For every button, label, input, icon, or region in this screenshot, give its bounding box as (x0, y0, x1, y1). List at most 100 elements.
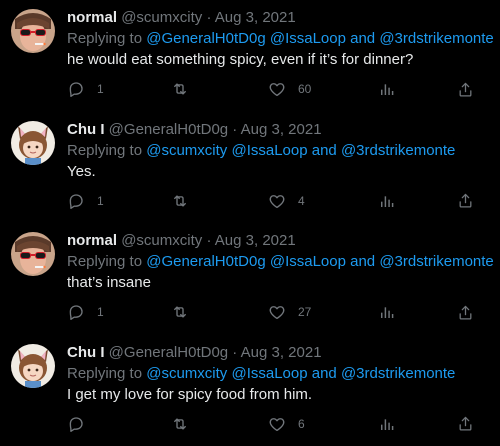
like-button[interactable]: 4 (268, 191, 305, 211)
mention-link[interactable]: @3rdstrikemonte (341, 365, 455, 382)
retweet-button[interactable] (170, 191, 202, 211)
tweet[interactable]: normal @scumxcity · Aug 3, 2021 Replying… (0, 223, 500, 335)
replying-to: Replying to @GeneralH0tD0g @IssaLoop and… (67, 251, 494, 272)
reply-button[interactable]: 1 (67, 79, 104, 99)
analytics-button[interactable] (379, 79, 395, 99)
like-icon (268, 303, 286, 321)
mention-link[interactable]: @3rdstrikemonte (379, 253, 493, 270)
like-button[interactable]: 27 (268, 302, 311, 322)
tweet-header: normal @scumxcity · Aug 3, 2021 (67, 231, 492, 250)
retweet-icon (170, 80, 190, 98)
share-icon (457, 304, 474, 321)
separator-dot: · (206, 232, 212, 249)
tweet-header: Chu I @GeneralH0tD0g · Aug 3, 2021 (67, 120, 492, 139)
reply-icon (67, 303, 85, 321)
like-count: 6 (298, 416, 305, 431)
share-button[interactable] (457, 191, 474, 211)
tweet-content: normal @scumxcity · Aug 3, 2021 Replying… (67, 8, 494, 70)
user-handle[interactable]: @scumxcity (121, 9, 202, 26)
tweet-text: that’s insane (67, 274, 151, 291)
avatar[interactable] (11, 120, 55, 165)
avatar[interactable] (11, 232, 55, 276)
analytics-button[interactable] (379, 414, 395, 434)
tweet-date[interactable]: Aug 3, 2021 (241, 121, 322, 138)
reply-count: 1 (97, 193, 104, 208)
analytics-button[interactable] (379, 191, 395, 211)
reply-button[interactable]: 1 (67, 191, 104, 211)
display-name[interactable]: Chu I (67, 121, 105, 138)
and-word[interactable]: and (350, 253, 375, 270)
tweet[interactable]: Chu I @GeneralH0tD0g · Aug 3, 2021 Reply… (0, 335, 500, 446)
mention-link[interactable]: @IssaLoop (231, 142, 307, 159)
share-icon (457, 81, 474, 98)
tweet-date[interactable]: Aug 3, 2021 (215, 9, 296, 26)
analytics-icon (379, 193, 395, 209)
mention-link[interactable]: @scumxcity (146, 142, 227, 159)
display-name[interactable]: normal (67, 9, 117, 26)
replying-to: Replying to @GeneralH0tD0g @IssaLoop and… (67, 28, 494, 49)
reply-thread: normal @scumxcity · Aug 3, 2021 Replying… (0, 0, 500, 446)
like-count: 27 (298, 305, 312, 319)
action-bar: 6 (67, 414, 482, 434)
tweet[interactable]: normal @scumxcity · Aug 3, 2021 Replying… (0, 0, 500, 112)
mention-link[interactable]: @scumxcity (146, 365, 227, 382)
retweet-icon (170, 415, 190, 433)
mention-link[interactable]: @GeneralH0tD0g (146, 30, 265, 47)
replying-to-label: Replying to (67, 30, 143, 47)
analytics-icon (379, 416, 395, 432)
tweet-date[interactable]: Aug 3, 2021 (215, 232, 296, 249)
analytics-button[interactable] (379, 302, 395, 322)
retweet-button[interactable] (170, 414, 202, 434)
mention-link[interactable]: @IssaLoop (270, 253, 346, 270)
tweet-text: I get my love for spicy food from him. (67, 385, 313, 403)
share-button[interactable] (457, 302, 474, 322)
share-icon (457, 415, 474, 432)
replying-to: Replying to @scumxcity @IssaLoop and @3r… (67, 140, 492, 161)
tweet-date[interactable]: Aug 3, 2021 (241, 344, 322, 361)
share-button[interactable] (457, 414, 474, 434)
display-name[interactable]: normal (67, 232, 117, 249)
and-word[interactable]: and (312, 142, 337, 159)
user-handle[interactable]: @scumxcity (121, 232, 202, 249)
retweet-button[interactable] (170, 302, 202, 322)
retweet-icon (170, 303, 190, 321)
share-button[interactable] (457, 79, 474, 99)
like-button[interactable]: 60 (268, 79, 311, 99)
tweet-text: he would eat something spicy, even if it… (67, 51, 414, 68)
retweet-button[interactable] (170, 79, 202, 99)
retweet-icon (170, 192, 190, 210)
like-button[interactable]: 6 (268, 414, 305, 434)
display-name[interactable]: Chu I (67, 344, 105, 361)
action-bar: 1 60 (67, 79, 482, 99)
reply-icon (67, 80, 85, 98)
separator-dot: · (206, 9, 212, 26)
replying-to-label: Replying to (67, 141, 143, 159)
tweet-content: normal @scumxcity · Aug 3, 2021 Replying… (67, 231, 494, 293)
reply-button[interactable] (67, 414, 97, 434)
action-bar: 1 4 (67, 191, 482, 211)
avatar[interactable] (11, 9, 55, 53)
user-handle[interactable]: @GeneralH0tD0g (109, 121, 228, 138)
tweet-text: Yes. (67, 162, 96, 180)
avatar[interactable] (11, 343, 55, 388)
mention-link[interactable]: @3rdstrikemonte (341, 142, 455, 159)
action-bar: 1 27 (67, 302, 482, 322)
mention-link[interactable]: @3rdstrikemonte (379, 30, 493, 47)
reply-count: 1 (97, 82, 104, 96)
analytics-icon (379, 81, 395, 97)
reply-button[interactable]: 1 (67, 302, 104, 322)
mention-link[interactable]: @IssaLoop (231, 365, 307, 382)
reply-count: 1 (97, 305, 104, 319)
separator-dot: · (232, 343, 238, 361)
and-word[interactable]: and (312, 365, 337, 382)
mention-link[interactable]: @GeneralH0tD0g (146, 253, 265, 270)
user-handle[interactable]: @GeneralH0tD0g (109, 344, 228, 361)
reply-icon (67, 192, 85, 210)
tweet[interactable]: Chu I @GeneralH0tD0g · Aug 3, 2021 Reply… (0, 112, 500, 224)
tweet-header: Chu I @GeneralH0tD0g · Aug 3, 2021 (67, 343, 492, 362)
mention-link[interactable]: @IssaLoop (270, 30, 346, 47)
replying-to-label: Replying to (67, 253, 143, 270)
and-word[interactable]: and (350, 30, 375, 47)
like-icon (268, 192, 286, 210)
like-count: 60 (298, 82, 312, 96)
